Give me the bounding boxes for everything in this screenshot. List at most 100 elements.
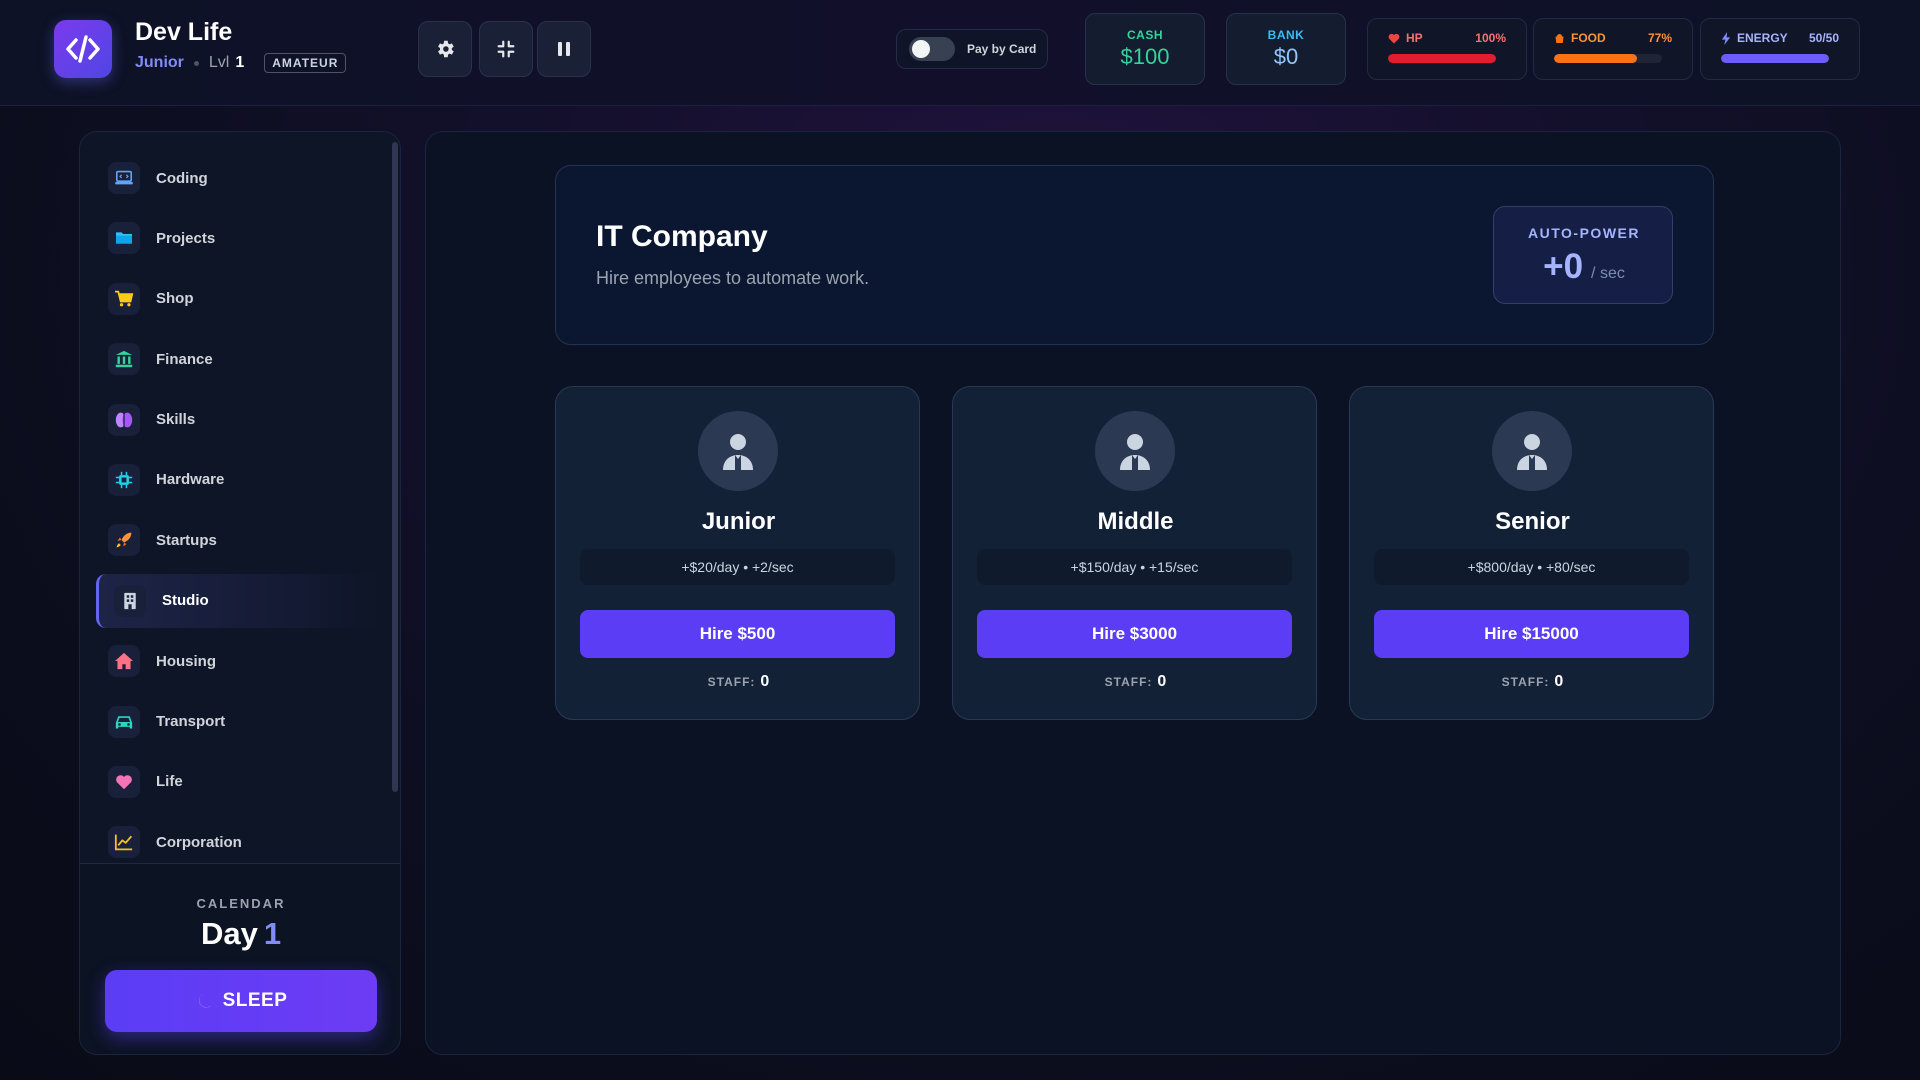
hp-stat: HP 100% — [1367, 18, 1527, 80]
staff-count: STAFF: 0 — [1350, 673, 1715, 691]
brain-icon — [108, 403, 140, 436]
staff-label: STAFF: — [707, 675, 756, 689]
sidebar-item-skills[interactable]: Skills — [96, 393, 382, 447]
pay-by-card-toggle[interactable]: Pay by Card — [896, 29, 1048, 69]
sidebar-item-corporation[interactable]: Corporation — [96, 815, 382, 869]
sleep-button[interactable]: SLEEP — [105, 970, 377, 1032]
employee-rate: +$20/day • +2/sec — [580, 549, 895, 585]
energy-bar — [1721, 54, 1829, 63]
sidebar-item-label: Projects — [156, 229, 216, 247]
sidebar-item-finance[interactable]: Finance — [96, 332, 382, 386]
sidebar-item-transport[interactable]: Transport — [96, 695, 382, 749]
sidebar-item-studio[interactable]: Studio — [96, 573, 382, 628]
auto-power-readout: +0 / sec — [1494, 247, 1674, 287]
food-label: FOOD — [1571, 31, 1606, 45]
pause-button[interactable] — [537, 21, 591, 77]
sidebar-item-startups[interactable]: Startups — [96, 513, 382, 567]
employee-name: Junior — [701, 508, 776, 535]
staff-value: 0 — [1157, 673, 1167, 690]
player-info: Junior Lvl 1 AMATEUR — [135, 52, 347, 74]
sidebar-item-shop[interactable]: Shop — [96, 272, 382, 326]
heart-icon — [1388, 33, 1400, 43]
sidebar-item-life[interactable]: Life — [96, 755, 382, 809]
sidebar-item-housing[interactable]: Housing — [96, 634, 382, 688]
pay-by-card-label: Pay by Card — [967, 42, 1037, 56]
bank-label: BANK — [1267, 28, 1305, 42]
folder-icon — [108, 222, 140, 255]
settings-button[interactable] — [418, 21, 472, 77]
sidebar-item-hardware[interactable]: Hardware — [96, 453, 382, 507]
staff-value: 0 — [1554, 673, 1564, 690]
staff-label: STAFF: — [1501, 675, 1550, 689]
moon-icon — [198, 993, 211, 1008]
user-icon — [723, 434, 753, 470]
employee-card-junior: Junior +$20/day • +2/sec Hire $500 STAFF… — [555, 386, 920, 720]
cart-icon — [108, 282, 140, 315]
page-subtitle: Hire employees to automate work. — [596, 268, 870, 288]
level-value: 1 — [235, 54, 245, 71]
food-bar — [1554, 54, 1662, 63]
sidebar-item-label: Skills — [156, 411, 196, 429]
top-bar: Dev Life Junior Lvl 1 AMATEUR Pay by Car… — [0, 0, 1920, 106]
level-label: Lvl — [208, 54, 230, 71]
rocket-icon — [108, 524, 140, 557]
staff-value: 0 — [760, 673, 770, 690]
sidebar-item-label: Life — [156, 773, 183, 791]
gear-icon — [438, 40, 454, 58]
employee-card-senior: Senior +$800/day • +80/sec Hire $15000 S… — [1349, 386, 1714, 720]
employee-rate: +$800/day • +80/sec — [1374, 549, 1689, 585]
cash-value: $100 — [1120, 44, 1170, 69]
app-logo — [54, 20, 112, 78]
sidebar-nav: Coding Projects Shop Finance Skills Hard… — [96, 151, 382, 876]
hire-junior-button[interactable]: Hire $500 — [580, 610, 895, 658]
avatar — [1095, 411, 1175, 491]
staff-count: STAFF: 0 — [556, 673, 921, 691]
sidebar-item-label: Startups — [156, 531, 217, 549]
day-label: Day — [200, 916, 258, 951]
staff-count: STAFF: 0 — [953, 673, 1318, 691]
sidebar-item-label: Finance — [156, 350, 213, 368]
employee-card-middle: Middle +$150/day • +15/sec Hire $3000 ST… — [952, 386, 1317, 720]
bolt-icon — [1721, 31, 1731, 45]
main-panel: IT Company Hire employees to automate wo… — [425, 131, 1841, 1055]
user-icon — [1517, 434, 1547, 470]
sidebar-scrollbar[interactable] — [392, 142, 398, 792]
sidebar-item-label: Housing — [156, 652, 216, 670]
staff-label: STAFF: — [1104, 675, 1153, 689]
energy-stat: ENERGY 50/50 — [1700, 18, 1860, 80]
hp-value: 100% — [1475, 31, 1506, 45]
auto-power-display: AUTO-POWER +0 / sec — [1493, 206, 1673, 304]
chip-icon — [108, 463, 140, 496]
chart-icon — [108, 826, 140, 859]
bank-display: BANK $0 — [1226, 13, 1346, 85]
sleep-label: SLEEP — [222, 990, 288, 1011]
hire-middle-button[interactable]: Hire $3000 — [977, 610, 1292, 658]
hire-senior-button[interactable]: Hire $15000 — [1374, 610, 1689, 658]
auto-power-value: +0 — [1543, 247, 1584, 286]
code-icon — [66, 35, 100, 63]
avatar — [1492, 411, 1572, 491]
hp-label: HP — [1406, 31, 1423, 45]
toggle-switch[interactable] — [909, 37, 955, 61]
company-header: IT Company Hire employees to automate wo… — [555, 165, 1714, 345]
sidebar-item-coding[interactable]: Coding — [96, 151, 382, 205]
food-icon — [1555, 34, 1564, 43]
cash-label: CASH — [1126, 28, 1163, 42]
app-title: Dev Life — [135, 18, 233, 46]
heart-icon — [108, 765, 140, 798]
rank-badge: AMATEUR — [264, 53, 347, 73]
food-value: 77% — [1647, 31, 1672, 45]
house-icon — [108, 645, 140, 678]
employee-name: Middle — [1097, 508, 1174, 535]
car-icon — [108, 705, 140, 738]
sidebar-item-projects[interactable]: Projects — [96, 211, 382, 265]
minimize-button[interactable] — [479, 21, 533, 77]
sidebar-item-label: Studio — [162, 592, 209, 610]
hp-bar-fill — [1388, 54, 1496, 63]
separator-dot — [193, 60, 199, 66]
day-value: 1 — [263, 916, 282, 951]
calendar-day: Day 1 — [80, 916, 400, 952]
hp-bar — [1388, 54, 1496, 63]
pause-icon — [558, 42, 570, 56]
sidebar-item-label: Corporation — [156, 833, 242, 851]
